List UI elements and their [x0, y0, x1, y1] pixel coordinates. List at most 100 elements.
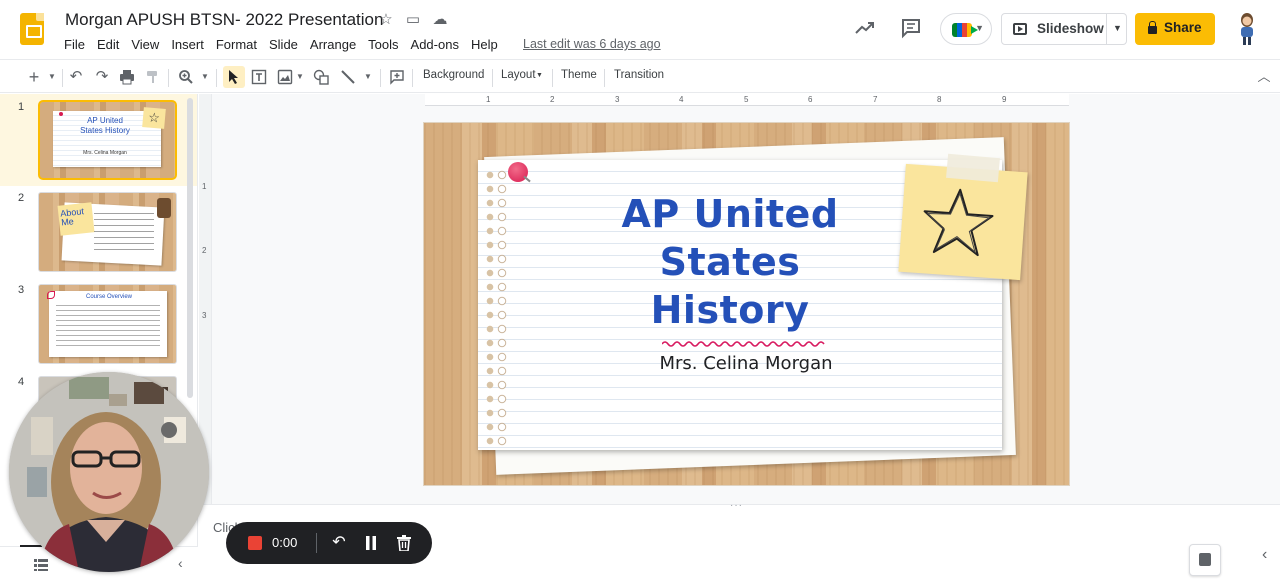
ruler-tick: 7: [873, 95, 878, 104]
account-avatar[interactable]: [1236, 13, 1258, 45]
slideshow-options-chevron-icon[interactable]: ▼: [1113, 23, 1122, 33]
paper-holes: [485, 168, 495, 448]
ruler-tick: 1: [486, 95, 491, 104]
ruler-tick: 2: [550, 95, 555, 104]
slide-number: 4: [18, 376, 25, 388]
thumb-2-bullets: [94, 213, 154, 251]
text-box-icon[interactable]: [249, 66, 269, 88]
background-button[interactable]: Background: [423, 69, 484, 81]
line-icon[interactable]: [338, 66, 358, 88]
last-edit-link[interactable]: Last edit was 6 days ago: [523, 37, 661, 51]
recording-timer: 0:00: [272, 535, 298, 550]
slide-number: 2: [18, 192, 25, 204]
zoom-chevron-icon[interactable]: ▼: [199, 66, 211, 88]
new-slide-icon[interactable]: +: [24, 66, 44, 88]
slide-subtitle[interactable]: Mrs. Celina Morgan: [640, 353, 852, 374]
menu-slide[interactable]: Slide: [263, 35, 304, 54]
activity-dashboard-icon[interactable]: [853, 17, 877, 41]
ruler-tick: 6: [808, 95, 813, 104]
spellcheck-underline: [662, 341, 825, 347]
webcam-bubble[interactable]: [9, 372, 209, 572]
slideshow-button[interactable]: Slideshow ▼: [1001, 13, 1127, 45]
sticky-note: [898, 163, 1028, 281]
chevron-down-icon: ▼: [975, 23, 984, 33]
paint-format-icon[interactable]: [143, 66, 163, 88]
pause-icon[interactable]: [361, 532, 381, 554]
thumb-1-subtitle: Mrs. Celina Morgan: [83, 150, 127, 156]
collapse-toolbar-chevron-icon[interactable]: ︿: [1254, 66, 1274, 88]
filmstrip-scrollbar[interactable]: [187, 98, 193, 398]
mini-pin-icon: [59, 112, 63, 116]
side-panel-chevron-icon[interactable]: ‹: [1262, 546, 1267, 564]
zoom-icon[interactable]: [175, 66, 197, 88]
redo-icon[interactable]: ↷: [92, 66, 112, 88]
thumb-2-title: About Me: [57, 202, 95, 236]
cloud-status-icon[interactable]: ☁: [431, 11, 449, 29]
collapse-filmstrip-chevron-icon[interactable]: ‹: [178, 555, 183, 571]
thumb-3-paragraph: [56, 305, 160, 347]
grid-view-icon[interactable]: [34, 558, 48, 571]
ruler-tick: 4: [679, 95, 684, 104]
delete-recording-icon[interactable]: [394, 532, 414, 554]
menu-file[interactable]: File: [58, 35, 91, 54]
menu-bar: File Edit View Insert Format Slide Arran…: [58, 35, 504, 54]
push-pin-icon: [508, 162, 528, 182]
menu-format[interactable]: Format: [210, 35, 263, 54]
stop-recording-button[interactable]: [248, 536, 262, 550]
ruler-tick: 5: [744, 95, 749, 104]
menu-addons[interactable]: Add-ons: [405, 35, 465, 54]
menu-tools[interactable]: Tools: [362, 35, 404, 54]
line-chevron-icon[interactable]: ▼: [362, 66, 374, 88]
shape-icon[interactable]: [311, 66, 331, 88]
rec-sep: [316, 533, 317, 553]
ruler-tick: 8: [937, 95, 942, 104]
restart-recording-icon[interactable]: ↶: [329, 532, 349, 554]
thumb-1-title: AP United States History: [80, 116, 130, 135]
slide-title-line: History: [650, 288, 810, 332]
star-icon[interactable]: ☆: [377, 11, 395, 29]
layout-button[interactable]: Layout: [501, 69, 536, 81]
menu-help[interactable]: Help: [465, 35, 504, 54]
share-button[interactable]: Share: [1135, 13, 1215, 45]
move-folder-icon[interactable]: ▭: [404, 11, 422, 29]
menu-view[interactable]: View: [125, 35, 165, 54]
ruler-tick: 9: [1002, 95, 1007, 104]
transition-button[interactable]: Transition: [614, 69, 664, 81]
undo-icon[interactable]: ↶: [66, 66, 86, 88]
comments-icon[interactable]: [899, 17, 923, 41]
slide-thumbnail-3[interactable]: Course Overview: [38, 284, 177, 364]
select-cursor-icon[interactable]: [223, 66, 245, 88]
footer-rule: [20, 545, 42, 547]
mini-paperclip-icon: [47, 291, 55, 299]
meet-button[interactable]: ▼: [940, 13, 992, 45]
ruler-tick: 2: [202, 246, 207, 255]
slides-logo-icon[interactable]: [20, 13, 44, 45]
slide-title-line: States: [659, 240, 801, 284]
share-label: Share: [1164, 20, 1202, 35]
divider: [1106, 14, 1107, 44]
slide-thumbnail-1[interactable]: ☆ AP United States History Mrs. Celina M…: [38, 100, 177, 180]
tape-strip: [946, 153, 1000, 183]
menu-edit[interactable]: Edit: [91, 35, 125, 54]
mini-bitmoji: [157, 198, 171, 218]
slide-title[interactable]: AP United States History: [610, 190, 850, 334]
new-slide-layout-chevron-icon[interactable]: ▼: [46, 66, 58, 88]
explore-icon[interactable]: [1189, 544, 1221, 576]
slide-thumbnail-2[interactable]: About Me: [38, 192, 177, 272]
add-comment-icon[interactable]: [387, 66, 407, 88]
ruler-tick: 1: [202, 182, 207, 191]
insert-image-icon[interactable]: [275, 66, 295, 88]
lock-icon: [1148, 21, 1157, 34]
menu-arrange[interactable]: Arrange: [304, 35, 362, 54]
image-chevron-icon[interactable]: ▼: [294, 66, 306, 88]
resize-handle[interactable]: ···: [730, 500, 750, 511]
toolbar: + ▼ ↶ ↷ ▼ ▼ ▼ Background Layout ▼ Theme …: [0, 59, 1280, 93]
slide-number: 1: [18, 101, 25, 113]
horizontal-ruler[interactable]: 1 2 3 4 5 6 7 8 9: [425, 94, 1069, 106]
document-title[interactable]: Morgan APUSH BTSN- 2022 Presentation: [65, 10, 383, 30]
theme-button[interactable]: Theme: [561, 69, 597, 81]
layout-chevron-icon[interactable]: ▼: [536, 72, 543, 79]
menu-insert[interactable]: Insert: [165, 35, 210, 54]
print-icon[interactable]: [117, 66, 137, 88]
present-icon: [1013, 23, 1027, 35]
